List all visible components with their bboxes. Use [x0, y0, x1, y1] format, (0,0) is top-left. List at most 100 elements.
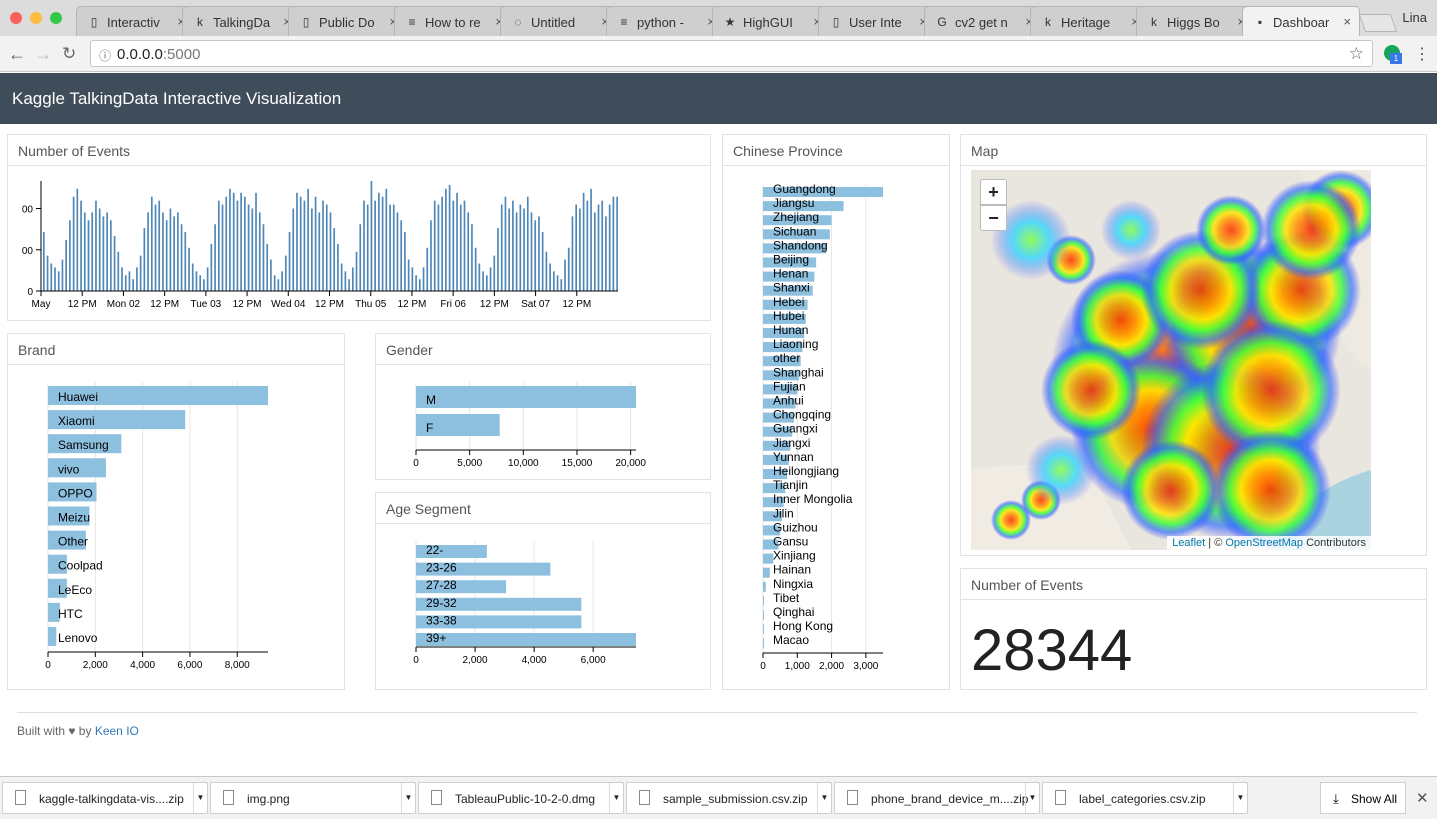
province-chart[interactable]: GuangdongJiangsuZhejiangSichuanShandongB…	[723, 167, 947, 687]
heatmap-map[interactable]: + − Leaflet | © OpenStreetMap Contributo…	[971, 170, 1371, 550]
bar[interactable]	[311, 208, 313, 292]
bar[interactable]	[262, 224, 265, 291]
browser-tab[interactable]: ≡How to re×	[394, 6, 512, 36]
bar[interactable]	[441, 196, 443, 291]
maximize-window-button[interactable]	[50, 12, 62, 24]
bar[interactable]	[763, 638, 764, 649]
bar[interactable]	[46, 255, 49, 291]
bar[interactable]	[132, 279, 135, 291]
bar[interactable]	[210, 243, 213, 291]
browser-tab[interactable]: ★HighGUI×	[712, 6, 830, 36]
bar[interactable]	[106, 212, 108, 291]
bar[interactable]	[370, 181, 373, 291]
bar[interactable]	[50, 263, 53, 292]
show-all-downloads-button[interactable]: ⤓ Show All	[1320, 782, 1406, 814]
bar[interactable]	[590, 188, 592, 291]
bar[interactable]	[763, 624, 764, 635]
bar[interactable]	[404, 232, 406, 291]
menu-icon[interactable]: ⋮	[1414, 44, 1430, 64]
bar[interactable]	[72, 196, 75, 291]
bar[interactable]	[508, 208, 510, 292]
chevron-down-icon[interactable]: ▼	[1233, 783, 1247, 813]
browser-tab[interactable]: kHeritage×	[1030, 6, 1148, 36]
bar[interactable]	[180, 224, 183, 291]
bar[interactable]	[400, 220, 403, 291]
bar[interactable]	[154, 204, 157, 291]
bar[interactable]	[303, 200, 306, 291]
bar[interactable]	[102, 216, 105, 291]
bar[interactable]	[221, 204, 224, 291]
bar[interactable]	[199, 275, 202, 291]
osm-link[interactable]: OpenStreetMap	[1225, 537, 1303, 549]
bar[interactable]	[247, 204, 250, 291]
bar[interactable]	[162, 212, 164, 291]
bar[interactable]	[471, 224, 473, 291]
bar[interactable]	[65, 239, 68, 291]
bar[interactable]	[229, 188, 231, 291]
browser-tab[interactable]: ◌Untitled×	[500, 6, 618, 36]
events-timeline-chart[interactable]: 00000May 12 PM Mon 02 12 PM Tue 03 12 PM Wed 0…	[8, 167, 708, 317]
bar[interactable]	[567, 247, 570, 291]
bar[interactable]	[110, 220, 112, 291]
bar[interactable]	[48, 627, 57, 646]
bar[interactable]	[437, 204, 440, 291]
bar[interactable]	[251, 208, 254, 292]
bar[interactable]	[203, 279, 205, 291]
bar[interactable]	[526, 196, 529, 291]
bar[interactable]	[61, 259, 64, 291]
bar[interactable]	[258, 212, 261, 291]
bar[interactable]	[411, 267, 414, 291]
bar[interactable]	[255, 192, 257, 291]
browser-tab[interactable]: ▯Public Do×	[288, 6, 406, 36]
bar[interactable]	[307, 188, 309, 291]
bar[interactable]	[416, 386, 636, 408]
bar[interactable]	[530, 212, 533, 291]
bar[interactable]	[325, 204, 328, 291]
bar[interactable]	[579, 208, 581, 292]
download-item[interactable]: img.png ▼	[210, 782, 416, 814]
bar[interactable]	[273, 275, 276, 291]
bar[interactable]	[552, 271, 555, 291]
bar[interactable]	[87, 220, 90, 291]
bar[interactable]	[98, 208, 101, 292]
chevron-down-icon[interactable]: ▼	[1025, 783, 1039, 813]
chevron-down-icon[interactable]: ▼	[817, 783, 831, 813]
bar[interactable]	[445, 188, 447, 291]
bar[interactable]	[136, 267, 138, 291]
bar[interactable]	[416, 633, 636, 646]
bar[interactable]	[124, 275, 127, 291]
bar[interactable]	[139, 255, 142, 291]
bar[interactable]	[515, 212, 518, 291]
bar[interactable]	[763, 610, 764, 620]
bar[interactable]	[482, 271, 484, 291]
bar[interactable]	[329, 212, 332, 291]
browser-tab[interactable]: ▯User Inte×	[818, 6, 936, 36]
bar[interactable]	[497, 228, 499, 291]
bar[interactable]	[541, 232, 544, 291]
chevron-down-icon[interactable]: ▼	[609, 783, 623, 813]
bar[interactable]	[165, 220, 168, 291]
bar[interactable]	[389, 204, 391, 291]
bar[interactable]	[150, 196, 153, 291]
new-tab-button[interactable]	[1358, 14, 1398, 32]
bar[interactable]	[314, 196, 317, 291]
leaflet-link[interactable]: Leaflet	[1172, 537, 1205, 549]
close-downloads-icon[interactable]: ✕	[1416, 789, 1429, 807]
bar[interactable]	[459, 204, 462, 291]
bar[interactable]	[763, 553, 774, 564]
bar[interactable]	[277, 279, 280, 291]
bar[interactable]	[236, 200, 239, 291]
bar[interactable]	[299, 196, 302, 291]
reload-icon[interactable]: ↻	[62, 44, 76, 64]
bar[interactable]	[422, 267, 425, 291]
bar[interactable]	[608, 204, 611, 291]
bar[interactable]	[322, 200, 324, 291]
bar[interactable]	[91, 212, 94, 291]
bar[interactable]	[344, 271, 347, 291]
bar[interactable]	[177, 212, 179, 291]
bar[interactable]	[593, 212, 596, 291]
bar[interactable]	[143, 228, 146, 291]
bar[interactable]	[121, 267, 123, 291]
download-item[interactable]: phone_brand_device_m....zip ▼	[834, 782, 1040, 814]
bar[interactable]	[270, 259, 272, 291]
